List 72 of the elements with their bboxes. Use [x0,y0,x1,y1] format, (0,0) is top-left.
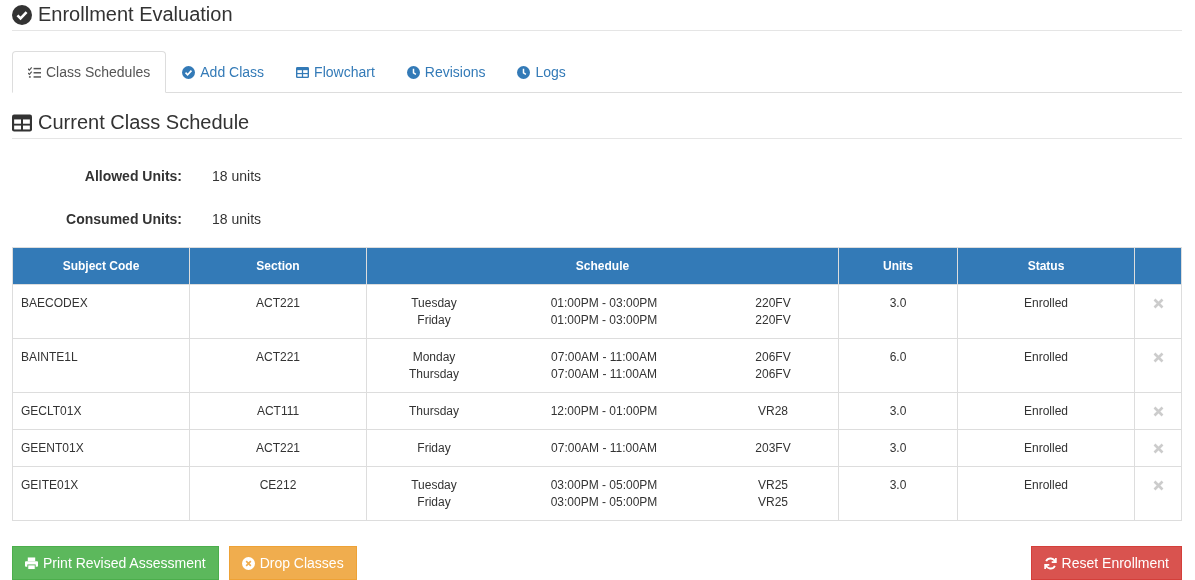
units-label: Consumed Units: [65,211,182,227]
table-cell: 3.0 [838,429,958,467]
tab[interactable]: Add Class [166,51,281,93]
table-cell: ACT111 [189,392,367,430]
schedule-room: 206FV [754,349,792,366]
printer-icon [25,556,38,570]
units-label: Allowed Units: [83,168,182,184]
schedule-time: 01:00PM - 03:00PM [549,295,659,312]
check-circle-icon [182,65,196,79]
table-cell: Enrolled [957,338,1135,393]
table-cell: ACT221 [189,429,367,467]
units-value: 18 units [212,168,262,184]
tab[interactable]: Revisions [390,51,502,93]
schedule-room: VR28 [757,403,789,420]
table-cell: ACT221 [189,284,367,339]
tab[interactable]: Flowchart [280,51,391,93]
schedule-day: Tuesday [367,477,501,494]
table-cell: GEITE01X [12,466,190,521]
schedule-room: 206FV [754,366,792,383]
units-value: 18 units [212,211,262,227]
schedule-room: VR25 [757,494,789,511]
column-header: Units [838,247,958,285]
clock-icon [406,65,420,79]
schedule-time: 07:00AM - 11:00AM [550,440,658,457]
section-title: Current Class Schedule [38,111,250,134]
table-cell: CE212 [189,466,367,521]
table-cell: ACT221 [189,338,367,393]
column-header: Subject Code [12,247,190,285]
table-cell: GECLT01X [12,392,190,430]
tab[interactable]: Logs [501,51,582,93]
table-cell: 3.0 [838,284,958,339]
schedule-day: Thursday [367,403,501,420]
column-header: Status [957,247,1135,285]
schedule-time: 01:00PM - 03:00PM [549,312,659,329]
table-cell: Enrolled [957,429,1135,467]
clock-icon [517,65,531,79]
table-cell: 3.0 [838,392,958,430]
checklist-icon [28,65,41,79]
table-cell: Enrolled [957,284,1135,339]
refresh-icon [1043,556,1057,570]
table-cell: BAINTE1L [12,338,190,393]
schedule-room: 220FV [754,295,792,312]
column-header: Schedule [366,247,839,285]
schedule-room: 220FV [754,312,792,329]
schedule-day: Friday [367,312,501,329]
tab[interactable]: Class Schedules [12,51,167,93]
schedule-time: 07:00AM - 11:00AM [550,349,658,366]
schedule-day: Tuesday [367,295,501,312]
schedule-day: Thursday [367,366,501,383]
schedule-time: 03:00PM - 05:00PM [549,477,659,494]
schedule-day: Monday [367,349,501,366]
table-cell: GEENT01X [12,429,190,467]
check-circle-icon [12,4,32,25]
table-icon [296,65,310,79]
schedule-day: Friday [367,440,501,457]
table-cell: Enrolled [957,392,1135,430]
schedule-room: VR25 [757,477,789,494]
table-cell: Enrolled [957,466,1135,521]
table-cell: BAECODEX [12,284,190,339]
page-title: Enrollment Evaluation [38,3,233,26]
schedule-time: 07:00AM - 11:00AM [550,366,658,383]
reset-button[interactable]: Reset Enrollment [1030,546,1182,580]
table-cell: 6.0 [838,338,958,393]
close-circle-icon [241,556,255,570]
column-header: Section [189,247,367,285]
schedule-time: 03:00PM - 05:00PM [549,494,659,511]
schedule-room: 203FV [754,440,792,457]
schedule-time: 12:00PM - 01:00PM [549,403,659,420]
print-button[interactable]: Print Revised Assessment [12,546,219,580]
table-cell: 3.0 [838,466,958,521]
schedule-day: Friday [367,494,501,511]
table-icon [12,112,32,133]
